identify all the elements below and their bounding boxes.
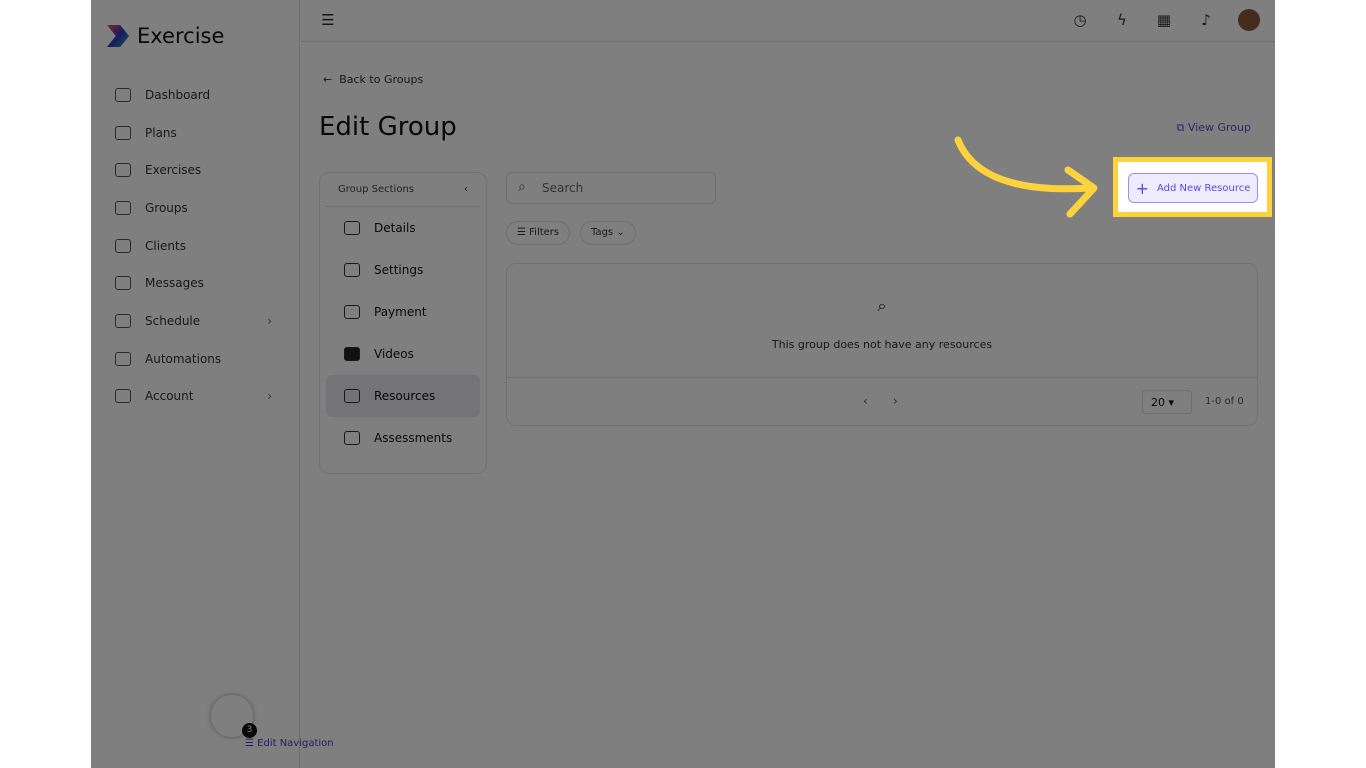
add-new-resource-button[interactable]: + Add New Resource [1128, 173, 1258, 203]
highlight-box: + Add New Resource [1113, 157, 1272, 217]
dim-overlay [91, 0, 1275, 768]
plus-icon: + [1135, 178, 1149, 198]
pointer-arrow-icon [954, 136, 1098, 218]
add-resource-label: Add New Resource [1157, 182, 1251, 194]
